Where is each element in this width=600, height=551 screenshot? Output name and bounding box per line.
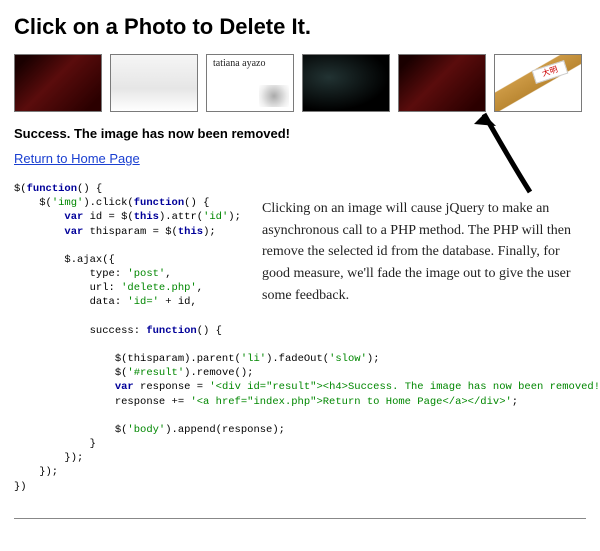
photo-thumbnail[interactable]	[302, 54, 390, 112]
thumbnail-decoration	[259, 85, 289, 107]
photo-thumbnail[interactable]: tatiana ayazo	[206, 54, 294, 112]
return-home-link[interactable]: Return to Home Page	[14, 151, 140, 166]
status-message: Success. The image has now been removed!	[14, 126, 586, 141]
photo-thumbnail-row: tatiana ayazo 大明	[14, 54, 586, 112]
photo-thumbnail[interactable]	[398, 54, 486, 112]
divider	[14, 518, 586, 519]
thumbnail-caption: tatiana ayazo	[213, 59, 265, 69]
annotation-text: Clicking on an image will cause jQuery t…	[262, 198, 582, 306]
photo-thumbnail[interactable]	[110, 54, 198, 112]
photo-thumbnail[interactable]: 大明	[494, 54, 582, 112]
page-title: Click on a Photo to Delete It.	[14, 14, 586, 40]
photo-thumbnail[interactable]	[14, 54, 102, 112]
thumbnail-caption: 大明	[532, 60, 569, 84]
